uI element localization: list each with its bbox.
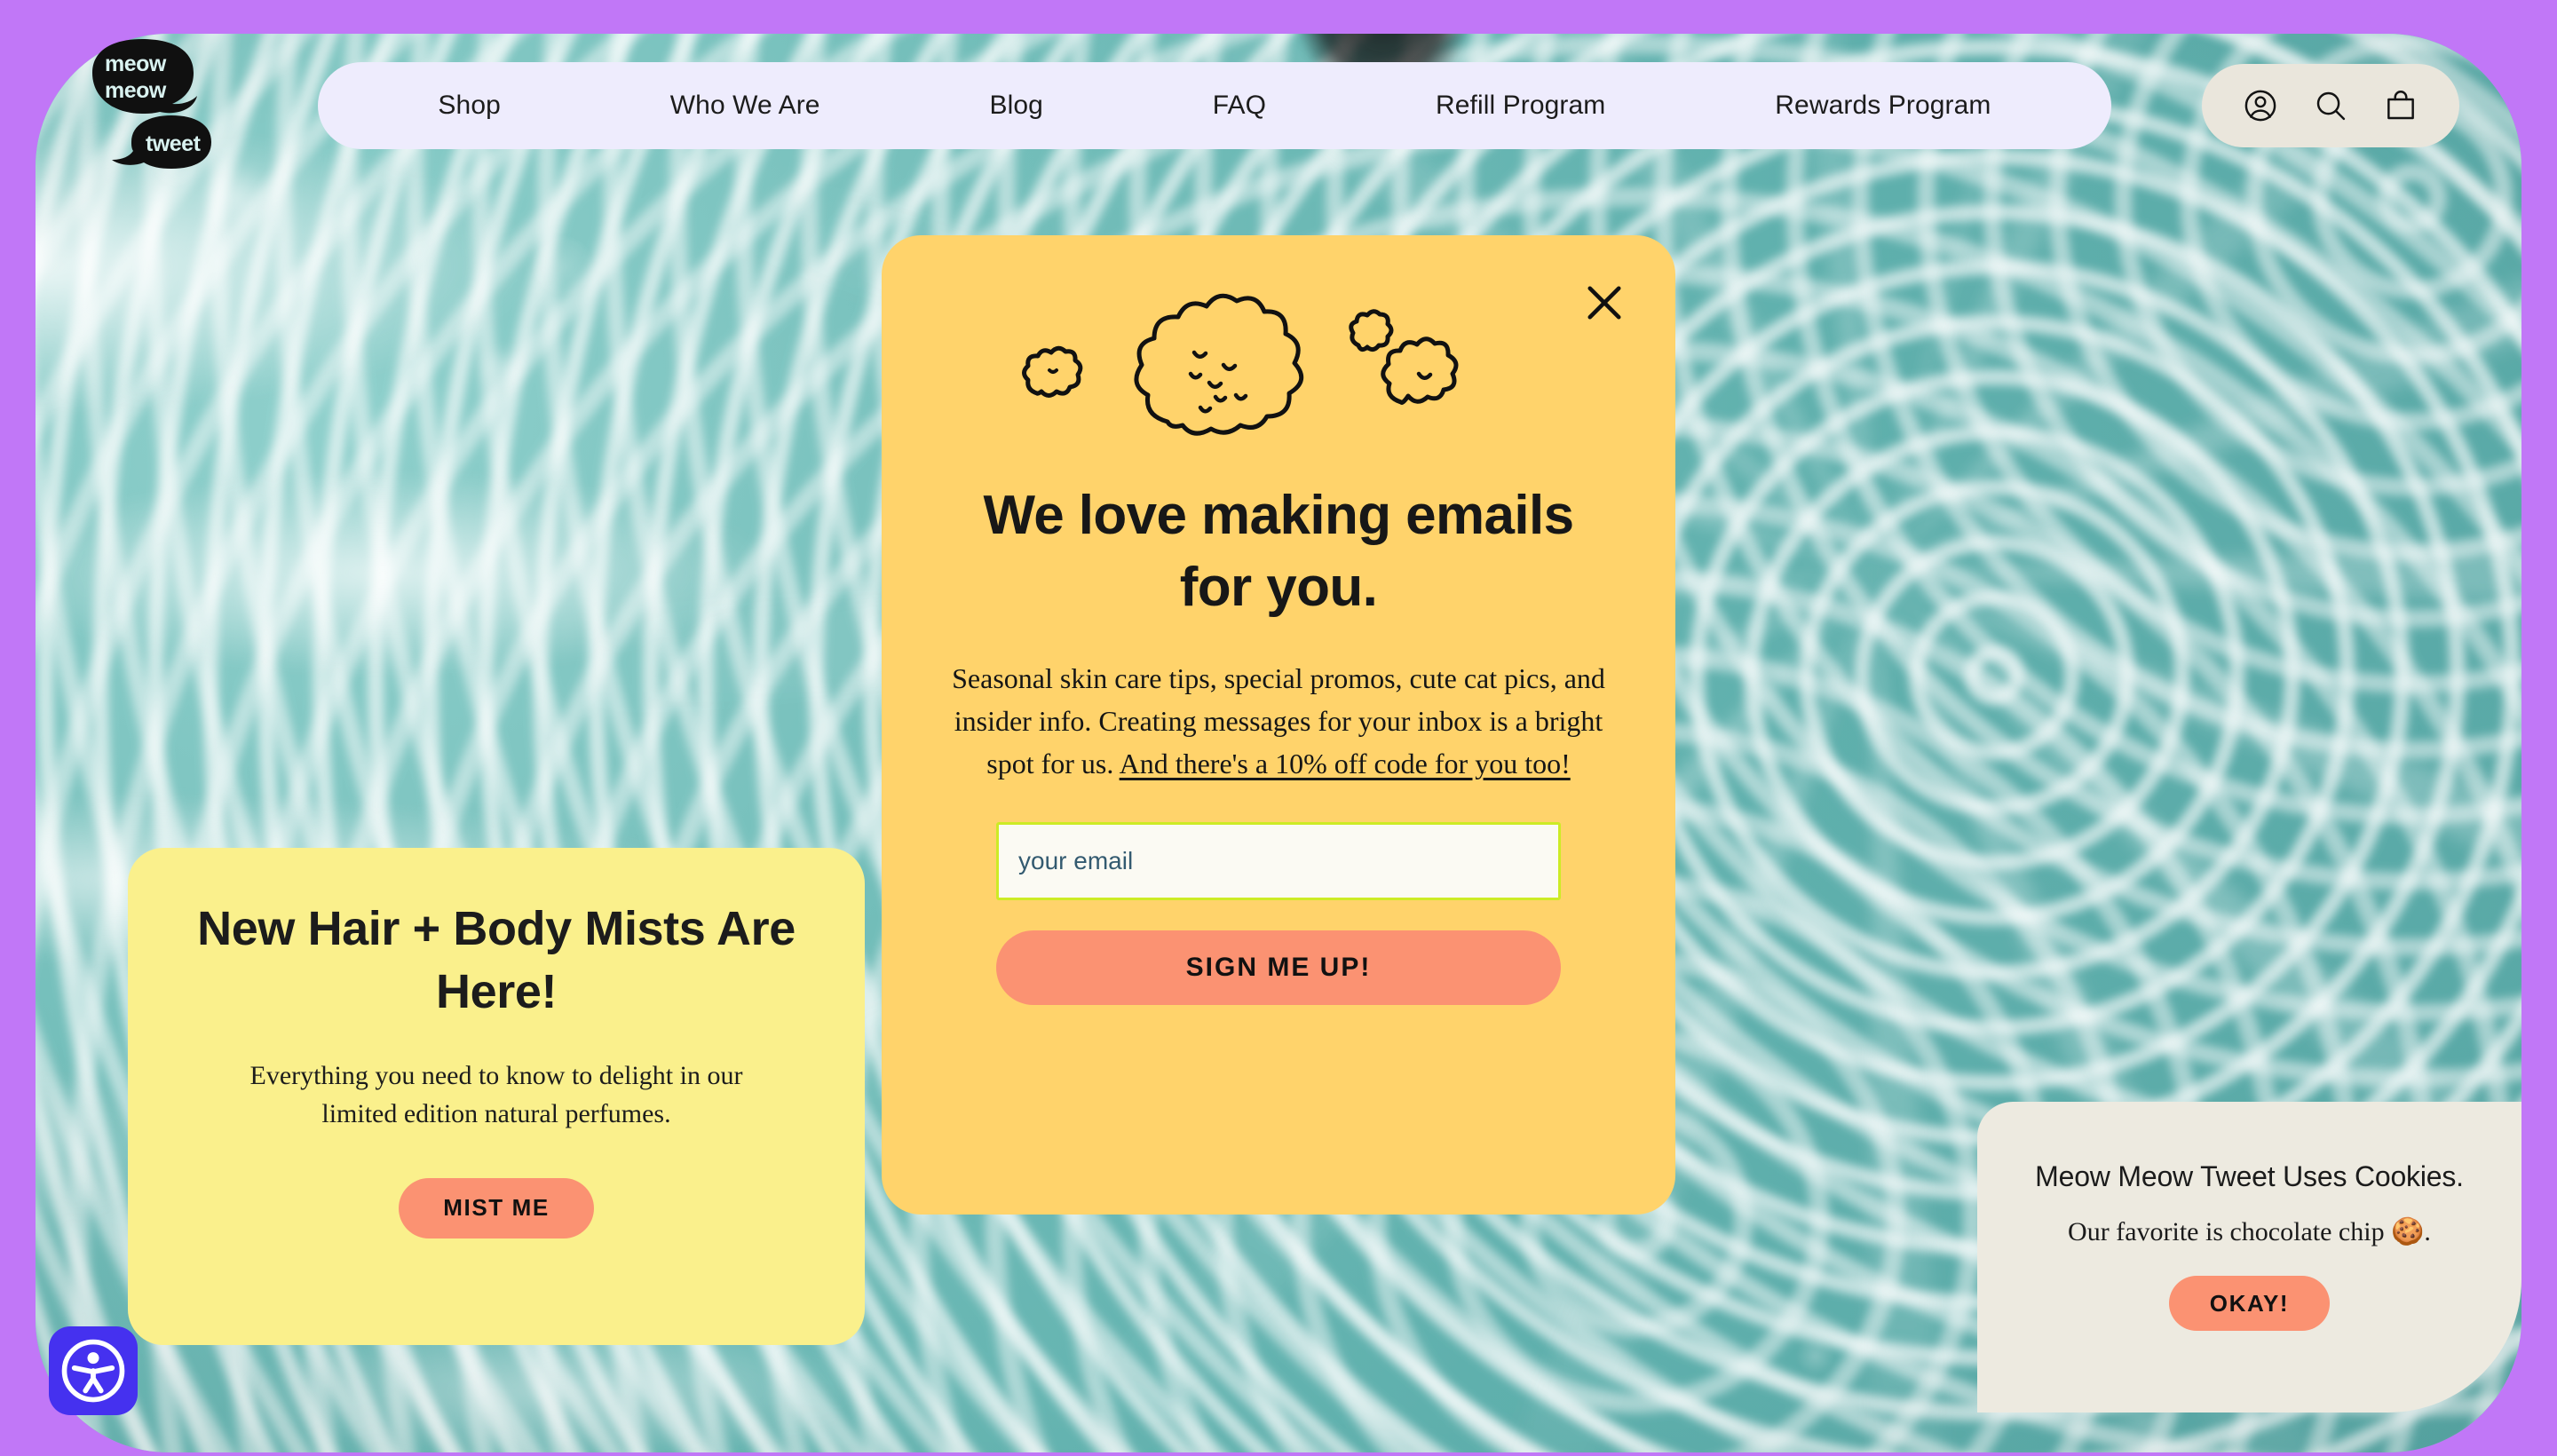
- email-input[interactable]: [996, 822, 1561, 901]
- accessibility-person-icon: [61, 1339, 125, 1403]
- cookie-consent-banner: Meow Meow Tweet Uses Cookies. Our favori…: [1977, 1102, 2521, 1412]
- nav-item-faq[interactable]: FAQ: [1213, 91, 1266, 121]
- nav-item-who-we-are[interactable]: Who We Are: [670, 91, 820, 121]
- site-header: meow meow tweet Shop Who We Are Blog FAQ…: [0, 0, 2557, 186]
- nav-item-rewards-program[interactable]: Rewards Program: [1775, 91, 1991, 121]
- svg-text:tweet: tweet: [146, 131, 202, 156]
- header-actions: [2202, 64, 2459, 147]
- accessibility-widget-button[interactable]: [49, 1326, 138, 1415]
- modal-body-text: Seasonal skin care tips, special promos,…: [944, 657, 1613, 785]
- cookie-banner-subtitle: Our favorite is chocolate chip 🍪.: [2068, 1217, 2431, 1246]
- nav-item-shop[interactable]: Shop: [438, 91, 500, 121]
- nav-item-refill-program[interactable]: Refill Program: [1436, 91, 1605, 121]
- mist-me-button[interactable]: MIST ME: [399, 1177, 594, 1238]
- shopping-bag-icon[interactable]: [2379, 84, 2422, 127]
- main-navigation: Shop Who We Are Blog FAQ Refill Program …: [318, 62, 2111, 149]
- promo-card: New Hair + Body Mists Are Here! Everythi…: [128, 848, 865, 1345]
- cookie-okay-button[interactable]: OKAY!: [2168, 1276, 2331, 1331]
- close-icon[interactable]: [1572, 271, 1636, 335]
- email-signup-modal: We love making emails for you. Seasonal …: [882, 235, 1675, 1215]
- svg-text:meow: meow: [105, 51, 167, 76]
- promo-card-title: New Hair + Body Mists Are Here!: [197, 902, 796, 1019]
- promo-card-subtitle: Everything you need to know to delight i…: [249, 1060, 743, 1129]
- soap-suds-illustration: [1012, 289, 1545, 448]
- account-icon[interactable]: [2239, 84, 2282, 127]
- svg-text:meow: meow: [105, 78, 167, 103]
- nav-item-blog[interactable]: Blog: [989, 91, 1042, 121]
- cookie-banner-title: Meow Meow Tweet Uses Cookies.: [2035, 1160, 2464, 1192]
- search-icon[interactable]: [2309, 84, 2352, 127]
- brand-logo[interactable]: meow meow tweet: [87, 37, 247, 170]
- modal-body-link[interactable]: And there's a 10% off code for you too!: [1120, 748, 1571, 779]
- modal-title: We love making emails for you.: [983, 485, 1574, 618]
- sign-me-up-button[interactable]: SIGN ME UP!: [996, 930, 1561, 1006]
